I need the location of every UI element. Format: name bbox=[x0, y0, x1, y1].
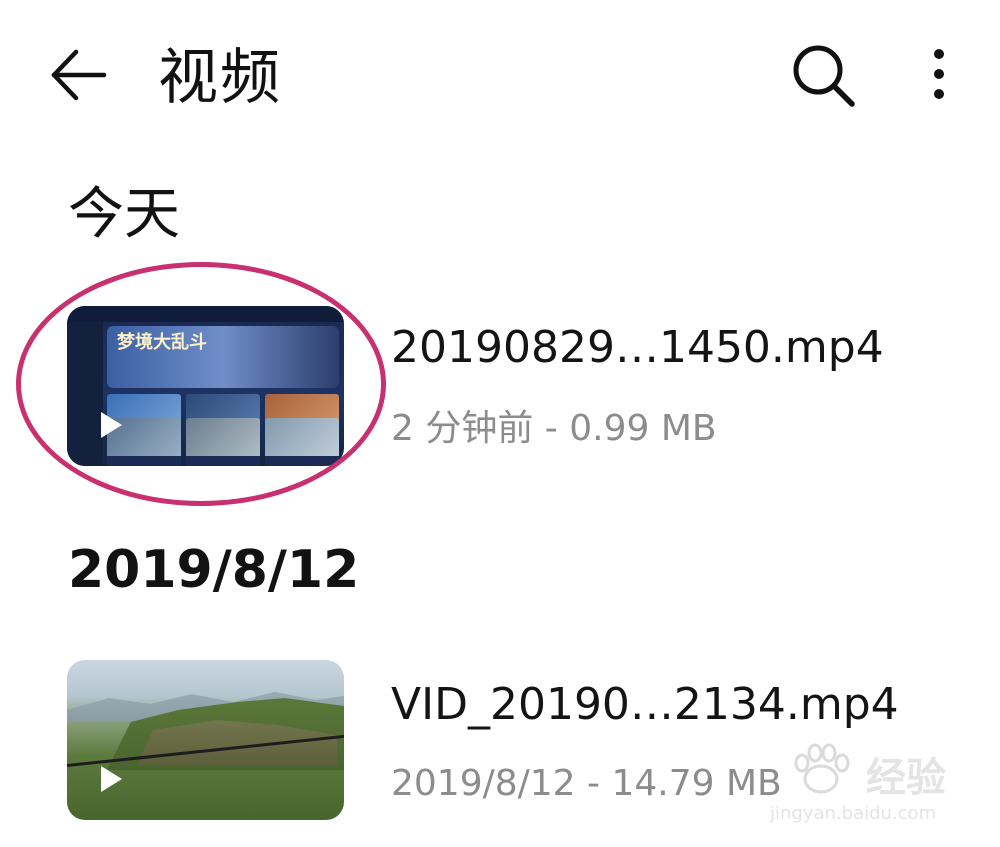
video-filename: VID_20190…2134.mp4 bbox=[391, 679, 899, 730]
more-vert-icon bbox=[934, 49, 944, 99]
arrow-left-icon bbox=[51, 49, 107, 101]
back-button[interactable] bbox=[44, 40, 114, 110]
page-title: 视频 bbox=[158, 43, 282, 113]
app-bar: 视频 bbox=[0, 0, 1000, 150]
watermark: 经验 jingyan.baidu.com bbox=[770, 735, 980, 835]
play-icon bbox=[101, 766, 122, 792]
highlight-circle bbox=[16, 262, 386, 506]
more-options-button[interactable] bbox=[916, 40, 962, 112]
section-header-today: 今天 bbox=[68, 182, 180, 247]
video-meta: 2019/8/12 - 14.79 MB bbox=[391, 763, 782, 804]
search-icon bbox=[793, 45, 855, 107]
video-meta: 2 分钟前 - 0.99 MB bbox=[391, 408, 717, 449]
paw-logo-icon bbox=[794, 743, 850, 794]
watermark-url: jingyan.baidu.com bbox=[770, 803, 937, 824]
search-button[interactable] bbox=[788, 40, 860, 112]
video-filename: 20190829…1450.mp4 bbox=[391, 322, 884, 373]
video-thumbnail bbox=[67, 660, 344, 820]
watermark-text: 经验 bbox=[866, 755, 946, 801]
section-header-date: 2019/8/12 bbox=[68, 540, 360, 600]
